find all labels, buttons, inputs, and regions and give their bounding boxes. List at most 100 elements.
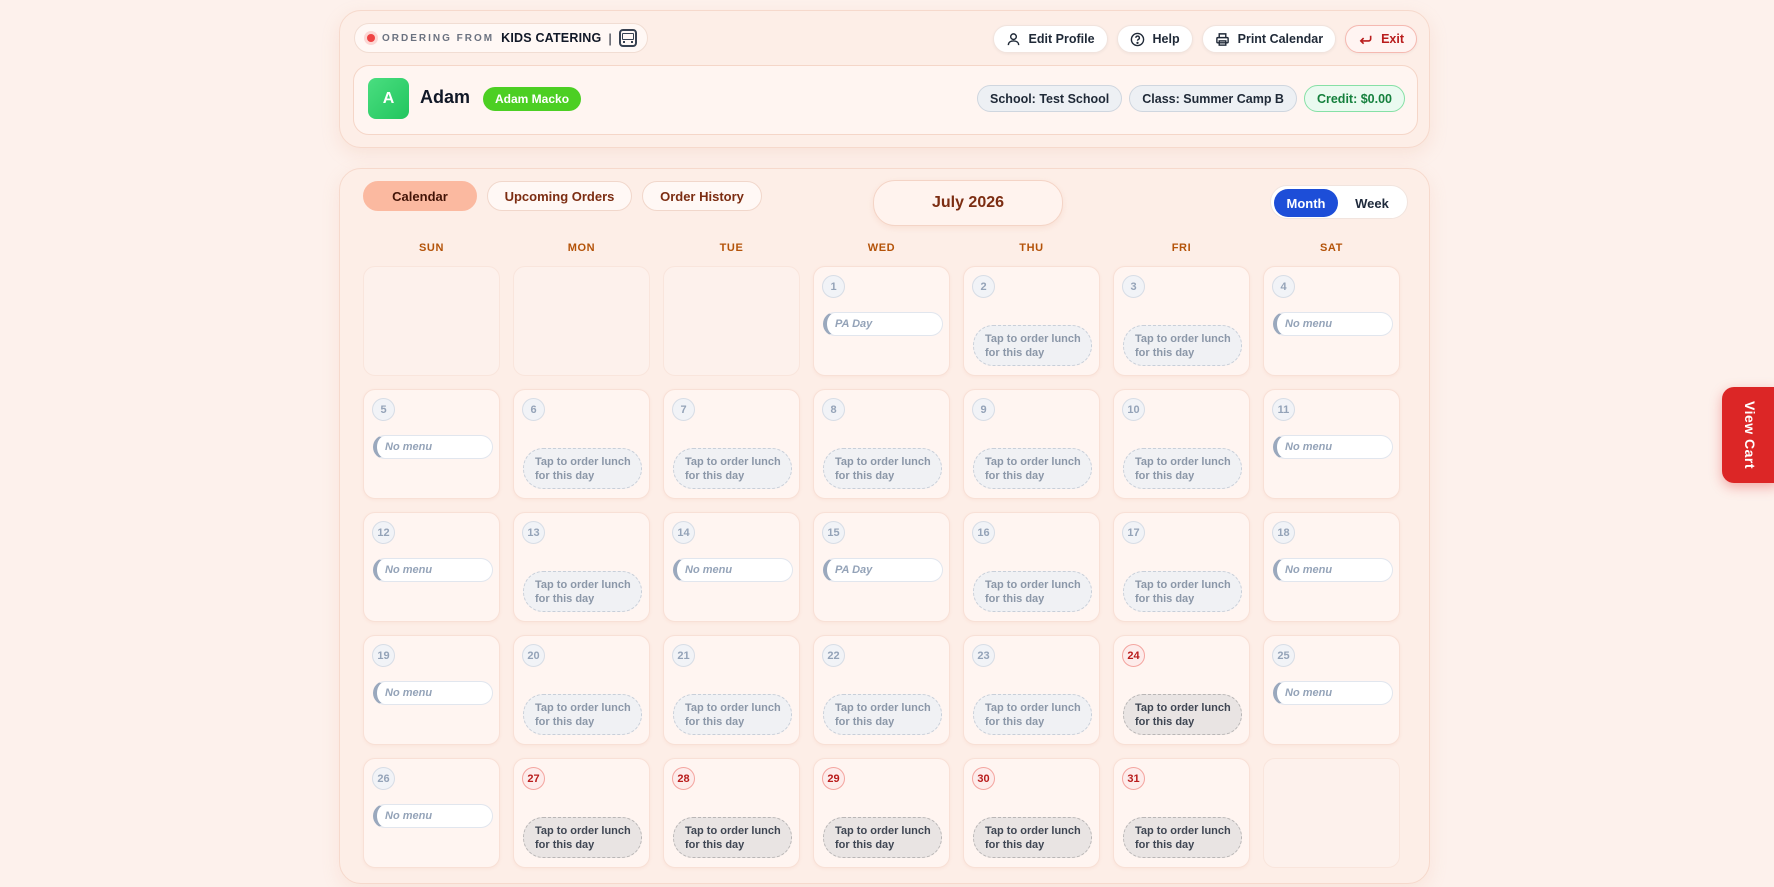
user-name: Adam: [420, 87, 471, 107]
order-lunch-button[interactable]: Tap to order lunch for this day: [1123, 325, 1242, 366]
calendar-grid: 1 PA Day 2 Tap to order lunch for this day 3…: [363, 266, 1400, 868]
weekday-label: TUE: [719, 242, 744, 254]
day-number: 23: [972, 644, 995, 667]
order-lunch-button[interactable]: Tap to order lunch for this day: [523, 694, 642, 735]
calendar-day-cell[interactable]: 2 Tap to order lunch for this day: [963, 266, 1100, 376]
no-menu-tag: No menu: [1273, 312, 1393, 336]
calendar-day-cell[interactable]: 30 Tap to order lunch for this day: [963, 758, 1100, 868]
day-number: 21: [672, 644, 695, 667]
calendar-cell-empty: [1263, 758, 1400, 868]
calendar-cell-empty: [363, 266, 500, 376]
calendar-day-cell[interactable]: 24 Tap to order lunch for this day: [1113, 635, 1250, 745]
tab-calendar[interactable]: Calendar: [363, 181, 477, 211]
calendar-day-cell: 14 No menu: [663, 512, 800, 622]
print-calendar-button[interactable]: Print Calendar: [1201, 25, 1337, 53]
edit-profile-button[interactable]: Edit Profile: [992, 25, 1108, 53]
calendar-day-cell[interactable]: 16 Tap to order lunch for this day: [963, 512, 1100, 622]
day-number: 29: [822, 767, 845, 790]
day-number: 10: [1122, 398, 1145, 421]
calendar-day-cell[interactable]: 17 Tap to order lunch for this day: [1113, 512, 1250, 622]
calendar-day-cell: 5 No menu: [363, 389, 500, 499]
order-lunch-button[interactable]: Tap to order lunch for this day: [673, 694, 792, 735]
order-lunch-button[interactable]: Tap to order lunch for this day: [673, 448, 792, 489]
user-card: A Adam Adam Macko School: Test School Cl…: [353, 65, 1418, 135]
calendar-day-cell[interactable]: 22 Tap to order lunch for this day: [813, 635, 950, 745]
credit-chip: Credit: $0.00: [1303, 85, 1405, 112]
day-number: 15: [822, 521, 845, 544]
order-lunch-button[interactable]: Tap to order lunch for this day: [823, 694, 942, 735]
calendar-day-cell[interactable]: 3 Tap to order lunch for this day: [1113, 266, 1250, 376]
order-lunch-button[interactable]: Tap to order lunch for this day: [1123, 571, 1242, 612]
day-number: 16: [972, 521, 995, 544]
weekday-label: THU: [1019, 242, 1044, 254]
day-number: 13: [522, 521, 545, 544]
day-number: 7: [672, 398, 695, 421]
calendar-day-cell[interactable]: 31 Tap to order lunch for this day: [1113, 758, 1250, 868]
weekday-header: SUN MON TUE WED THU FRI SAT: [363, 242, 1400, 254]
brand-pill: ORDERING FROM KIDS CATERING |: [354, 23, 648, 53]
student-badge[interactable]: Adam Macko: [483, 87, 582, 111]
view-cart-label: View Cart: [1742, 400, 1758, 470]
tab-upcoming-orders[interactable]: Upcoming Orders: [487, 181, 632, 211]
brand-name: KIDS CATERING: [501, 31, 602, 45]
order-lunch-button[interactable]: Tap to order lunch for this day: [1123, 694, 1242, 735]
order-lunch-button[interactable]: Tap to order lunch for this day: [973, 448, 1092, 489]
day-number: 31: [1122, 767, 1145, 790]
day-number: 26: [372, 767, 395, 790]
order-lunch-button[interactable]: Tap to order lunch for this day: [823, 448, 942, 489]
print-calendar-label: Print Calendar: [1237, 32, 1324, 46]
help-label: Help: [1152, 32, 1180, 46]
top-actions: Edit Profile Help Print Calendar Exit: [992, 25, 1417, 53]
calendar-day-cell[interactable]: 20 Tap to order lunch for this day: [513, 635, 650, 745]
no-menu-tag: No menu: [373, 804, 493, 828]
order-lunch-button[interactable]: Tap to order lunch for this day: [823, 817, 942, 858]
order-lunch-button[interactable]: Tap to order lunch for this day: [973, 325, 1092, 366]
exit-button[interactable]: Exit: [1345, 25, 1417, 53]
calendar-day-cell[interactable]: 8 Tap to order lunch for this day: [813, 389, 950, 499]
calendar-day-cell[interactable]: 13 Tap to order lunch for this day: [513, 512, 650, 622]
calendar-day-cell[interactable]: 29 Tap to order lunch for this day: [813, 758, 950, 868]
order-lunch-button[interactable]: Tap to order lunch for this day: [523, 448, 642, 489]
calendar-day-cell: 12 No menu: [363, 512, 500, 622]
exit-arrow-icon: [1359, 35, 1372, 44]
calendar-day-cell[interactable]: 10 Tap to order lunch for this day: [1113, 389, 1250, 499]
bus-icon: [618, 29, 637, 47]
month-view-button[interactable]: Month: [1274, 189, 1338, 217]
calendar-day-cell[interactable]: 7 Tap to order lunch for this day: [663, 389, 800, 499]
status-dot: [367, 34, 375, 42]
calendar-day-cell: 25 No menu: [1263, 635, 1400, 745]
order-lunch-button[interactable]: Tap to order lunch for this day: [973, 694, 1092, 735]
tab-order-history[interactable]: Order History: [642, 181, 762, 211]
edit-profile-label: Edit Profile: [1028, 32, 1095, 46]
calendar-day-cell[interactable]: 21 Tap to order lunch for this day: [663, 635, 800, 745]
order-lunch-button[interactable]: Tap to order lunch for this day: [1123, 817, 1242, 858]
calendar-day-cell[interactable]: 9 Tap to order lunch for this day: [963, 389, 1100, 499]
order-lunch-button[interactable]: Tap to order lunch for this day: [523, 817, 642, 858]
day-number: 5: [372, 398, 395, 421]
view-toggle: Month Week: [1270, 185, 1408, 219]
order-lunch-button[interactable]: Tap to order lunch for this day: [973, 817, 1092, 858]
order-lunch-button[interactable]: Tap to order lunch for this day: [973, 571, 1092, 612]
weekday-label: SUN: [418, 242, 445, 254]
weekday-label: FRI: [1171, 242, 1192, 254]
calendar-day-cell[interactable]: 6 Tap to order lunch for this day: [513, 389, 650, 499]
day-number: 12: [372, 521, 395, 544]
order-lunch-button[interactable]: Tap to order lunch for this day: [1123, 448, 1242, 489]
calendar-day-cell[interactable]: 27 Tap to order lunch for this day: [513, 758, 650, 868]
view-cart-button[interactable]: View Cart: [1722, 387, 1774, 483]
no-menu-tag: No menu: [1273, 681, 1393, 705]
week-view-button[interactable]: Week: [1340, 189, 1404, 217]
day-number: 14: [672, 521, 695, 544]
day-number: 2: [972, 275, 995, 298]
order-lunch-button[interactable]: Tap to order lunch for this day: [673, 817, 792, 858]
day-number: 27: [522, 767, 545, 790]
order-lunch-button[interactable]: Tap to order lunch for this day: [523, 571, 642, 612]
no-menu-tag: No menu: [673, 558, 793, 582]
calendar-day-cell[interactable]: 23 Tap to order lunch for this day: [963, 635, 1100, 745]
no-menu-tag: No menu: [373, 558, 493, 582]
calendar-day-cell[interactable]: 28 Tap to order lunch for this day: [663, 758, 800, 868]
day-number: 8: [822, 398, 845, 421]
help-button[interactable]: Help: [1116, 25, 1193, 53]
day-number: 3: [1122, 275, 1145, 298]
weekday-label: SAT: [1320, 242, 1343, 254]
